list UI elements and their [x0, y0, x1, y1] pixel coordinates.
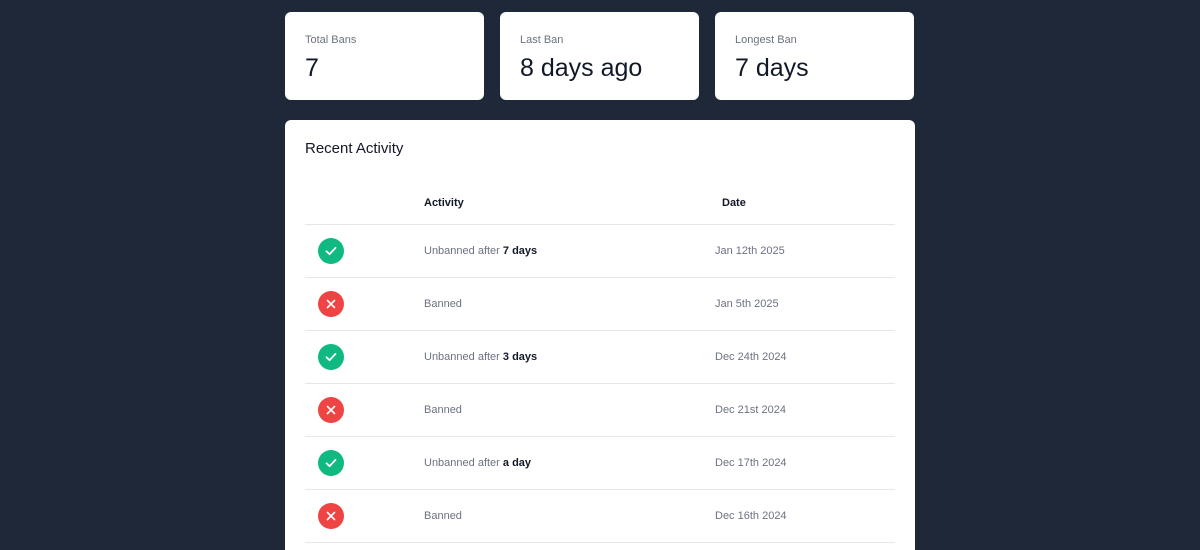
date-cell: Dec 17th 2024 — [715, 457, 787, 469]
activity-text: Unbanned after — [424, 245, 503, 257]
stat-card-total-bans: Total Bans 7 — [285, 12, 484, 100]
stat-value: 8 days ago — [520, 54, 643, 82]
date-cell: Dec 16th 2024 — [715, 510, 787, 522]
table-row: Banned Dec 21st 2024 — [305, 384, 895, 437]
activity-text: Unbanned after — [424, 351, 503, 363]
date-cell: Dec 21st 2024 — [715, 404, 786, 416]
activity-cell: Banned — [424, 298, 715, 310]
header-date: Date — [722, 197, 746, 209]
status-cell — [305, 503, 424, 529]
table-body: Unbanned after 7 days Jan 12th 2025 Banned… — [305, 225, 895, 543]
table-row: Banned Dec 16th 2024 — [305, 490, 895, 543]
stat-value: 7 days — [735, 54, 809, 82]
recent-activity-title: Recent Activity — [305, 140, 404, 157]
check-icon — [318, 238, 344, 264]
activity-cell: Banned — [424, 510, 715, 522]
x-icon — [318, 291, 344, 317]
activity-duration: 7 days — [502, 245, 538, 257]
recent-activity-card: Recent Activity Activity Date Unbanned a… — [285, 120, 915, 550]
table-header: Activity Date — [305, 197, 895, 225]
table-row: Banned Jan 5th 2025 — [305, 278, 895, 331]
check-icon — [318, 450, 344, 476]
table-row: Unbanned after 7 days Jan 12th 2025 — [305, 225, 895, 278]
date-cell: Dec 24th 2024 — [715, 351, 787, 363]
activity-text: Banned — [424, 298, 462, 310]
status-cell — [305, 344, 424, 370]
stat-label: Total Bans — [305, 34, 357, 46]
activity-text: Banned — [424, 404, 462, 416]
activity-text: Banned — [424, 510, 462, 522]
stat-card-last-ban: Last Ban 8 days ago — [500, 12, 699, 100]
stat-value: 7 — [305, 54, 319, 82]
activity-cell: Banned — [424, 404, 715, 416]
activity-duration: a day — [502, 457, 532, 469]
status-cell — [305, 291, 424, 317]
header-activity: Activity — [424, 197, 464, 209]
activity-text: Unbanned after — [424, 457, 503, 469]
activity-duration: 3 days — [502, 351, 538, 363]
check-icon — [318, 344, 344, 370]
status-cell — [305, 450, 424, 476]
x-icon — [318, 397, 344, 423]
table-row: Unbanned after 3 days Dec 24th 2024 — [305, 331, 895, 384]
activity-cell: Unbanned after 7 days — [424, 245, 715, 257]
table-row: Unbanned after a day Dec 17th 2024 — [305, 437, 895, 490]
status-cell — [305, 238, 424, 264]
stat-label: Last Ban — [520, 34, 564, 46]
stat-card-longest-ban: Longest Ban 7 days — [715, 12, 914, 100]
stat-label: Longest Ban — [735, 34, 797, 46]
stats-row: Total Bans 7 Last Ban 8 days ago Longest… — [285, 12, 915, 100]
activity-cell: Unbanned after 3 days — [424, 351, 715, 363]
dashboard: Total Bans 7 Last Ban 8 days ago Longest… — [285, 12, 915, 550]
date-cell: Jan 5th 2025 — [715, 298, 779, 310]
status-cell — [305, 397, 424, 423]
activity-table: Activity Date Unbanned after 7 days Jan 1… — [305, 197, 895, 543]
date-cell: Jan 12th 2025 — [715, 245, 785, 257]
x-icon — [318, 503, 344, 529]
activity-cell: Unbanned after a day — [424, 457, 715, 469]
